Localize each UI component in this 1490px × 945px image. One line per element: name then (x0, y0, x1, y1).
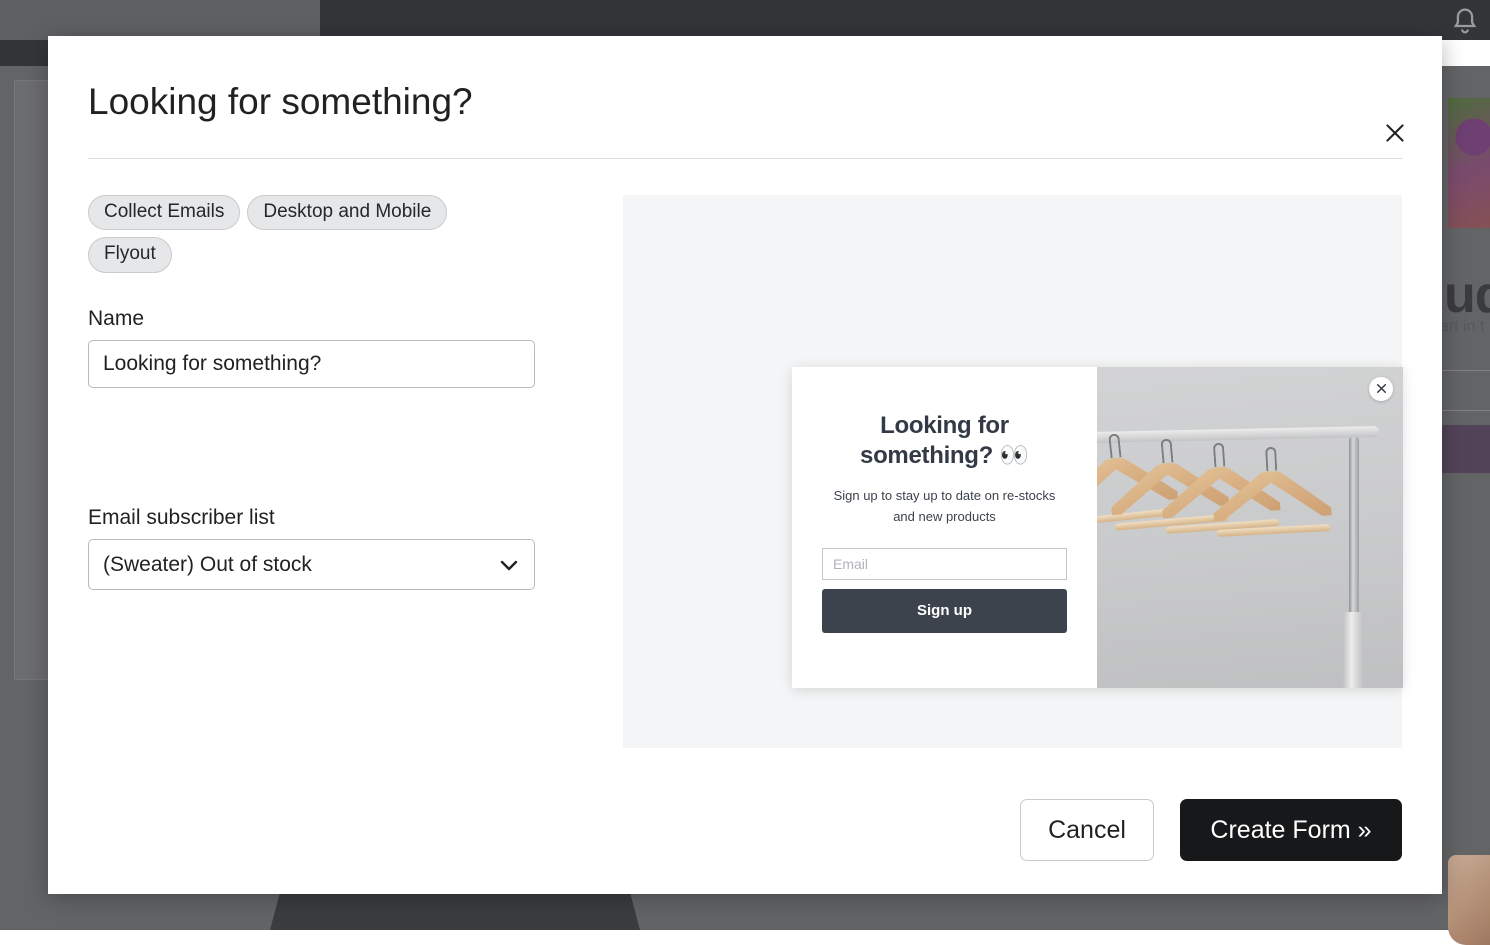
clothes-rail (1097, 426, 1379, 443)
tag-desktop-and-mobile: Desktop and Mobile (247, 195, 447, 231)
background-topbar-left (0, 0, 320, 40)
modal-header: Looking for something? (48, 36, 1442, 123)
form-preview-panel: Looking for something? 👀 Sign up to stay… (623, 195, 1402, 748)
flyout-email-input[interactable] (822, 548, 1067, 580)
email-subscriber-list-select[interactable] (88, 539, 535, 590)
background-topbar (320, 0, 1490, 40)
background-product-image (1448, 98, 1490, 228)
page-title: Looking for something? (88, 82, 1402, 123)
hanger-icon (1211, 462, 1334, 576)
background-heading: uq (1444, 265, 1490, 325)
name-input[interactable] (88, 340, 535, 388)
flyout-title: Looking for something? 👀 (822, 411, 1067, 472)
tag-list: Collect Emails Desktop and Mobile Flyout (88, 195, 468, 274)
flyout-subtitle: Sign up to stay up to date on re-stocks … (822, 486, 1067, 528)
hanger-hook (1213, 442, 1226, 467)
modal-body: Collect Emails Desktop and Mobile Flyout… (48, 159, 1442, 799)
close-icon (1375, 382, 1388, 395)
hanger-hook (1265, 446, 1277, 471)
hanger-hook (1160, 438, 1173, 463)
rail-post (1349, 437, 1359, 622)
email-list-field-label: Email subscriber list (88, 506, 573, 530)
flyout-content: Looking for something? 👀 Sign up to stay… (792, 367, 1097, 688)
field-spacer (88, 388, 573, 506)
background-basket-image (1448, 855, 1490, 945)
rail-foot (1343, 612, 1364, 688)
tag-flyout: Flyout (88, 237, 172, 273)
tag-collect-emails: Collect Emails (88, 195, 240, 231)
background-subtext: art in t (1440, 318, 1484, 336)
hanger-bar (1216, 524, 1330, 537)
flyout-close-button[interactable] (1369, 377, 1393, 401)
flyout-image (1097, 367, 1403, 688)
name-field-label: Name (88, 307, 573, 331)
flyout-preview-card: Looking for something? 👀 Sign up to stay… (792, 367, 1403, 688)
flyout-signup-button[interactable]: Sign up (822, 589, 1067, 633)
settings-column: Collect Emails Desktop and Mobile Flyout… (88, 195, 573, 799)
cancel-button[interactable]: Cancel (1020, 799, 1154, 861)
close-button[interactable] (1376, 114, 1414, 152)
create-form-button[interactable]: Create Form » (1180, 799, 1402, 861)
close-icon (1382, 120, 1408, 146)
modal-footer: Cancel Create Form » (48, 799, 1442, 894)
email-list-select-wrapper (88, 539, 535, 590)
bell-icon[interactable] (1448, 4, 1482, 38)
form-editor-modal: Looking for something? Collect Emails De… (48, 36, 1442, 894)
